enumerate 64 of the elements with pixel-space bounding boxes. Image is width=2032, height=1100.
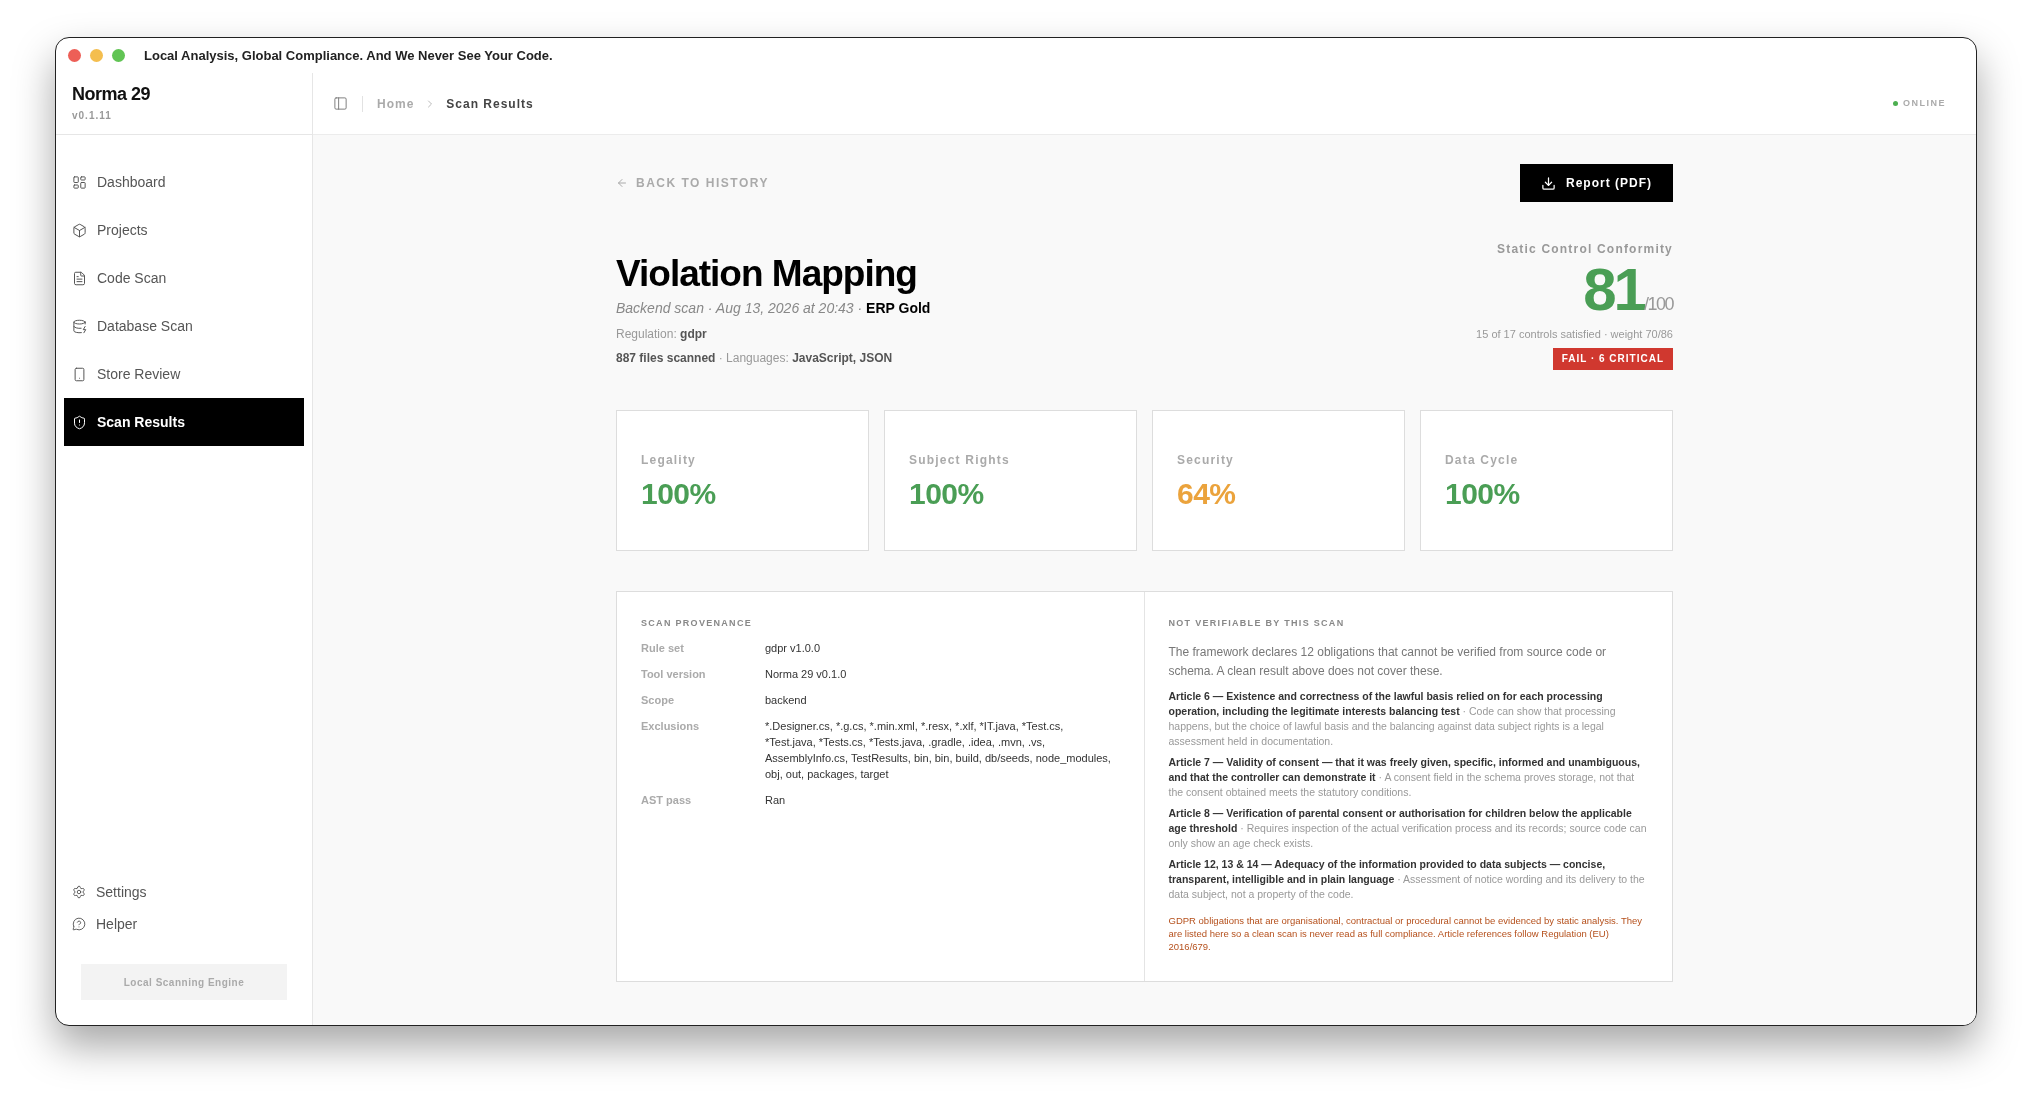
dashboard-icon xyxy=(72,174,87,190)
breadcrumb-item: Scan Results xyxy=(446,95,534,113)
help-bubble-icon xyxy=(72,917,86,931)
document-icon xyxy=(72,270,87,286)
brand-name: Norma 29 xyxy=(72,83,152,106)
shield-icon xyxy=(72,414,87,430)
cube-icon xyxy=(72,222,87,238)
category-value: 64% xyxy=(1177,475,1237,512)
nav-item[interactable]: Scan Results xyxy=(64,398,304,446)
minimize-icon[interactable] xyxy=(90,49,103,62)
phone-icon xyxy=(72,366,87,382)
nav-item[interactable]: Store Review xyxy=(64,350,304,398)
window-title: Local Analysis, Global Compliance. And We Never See Your Code. xyxy=(144,46,553,65)
status-label: ONLINE xyxy=(1903,96,1946,110)
nav-item[interactable]: Database Scan xyxy=(64,302,304,350)
obligation-text: Article 8 — Verification of parental consent or authorisation for children below the applicable age threshold · Requires inspection of the actual verification process and its records; source code can only show an age check exists. xyxy=(1168,806,1648,851)
intro-text: The framework declares 12 obligations that cannot be verified from source code or schema. A clean result above does not cover these. xyxy=(1168,644,1608,680)
nav-item[interactable]: Code Scan xyxy=(64,254,304,302)
field-label: Exclusions xyxy=(641,719,701,734)
category-value: 100% xyxy=(909,475,985,512)
close-icon[interactable] xyxy=(68,49,81,62)
nav-item[interactable]: Settings xyxy=(64,876,304,908)
engine-badge: Local Scanning Engine xyxy=(81,964,287,1000)
field-label: Scope xyxy=(641,693,675,708)
category-label: Legality xyxy=(641,451,697,469)
zoom-icon[interactable] xyxy=(112,49,125,62)
back-arrow-icon xyxy=(616,177,628,189)
nav-item[interactable]: Dashboard xyxy=(64,158,304,206)
category-label: Data Cycle xyxy=(1445,451,1520,469)
page-title: Violation Mapping xyxy=(616,252,918,296)
version-label: v0.1.11 xyxy=(72,109,113,123)
field-value: backend xyxy=(765,693,808,708)
obligation-text: Article 12, 13 & 14 — Adequacy of the information provided to data subjects — concise, transparent, intelligible and in plain language · Assessment of notice wording and its delivery to the data subject, not a property of the code. xyxy=(1168,857,1646,902)
obligation-text: Article 7 — Validity of consent — that it was freely given, specific, informed and unambiguous, and that the controller can demonstrate it · A consent field in the schema proves storage, not that the consent obtained meets the statutory conditions. xyxy=(1168,755,1641,800)
field-value: gdpr v1.0.0 xyxy=(765,641,822,656)
nav-item[interactable]: Helper xyxy=(64,908,304,940)
score-summary: 15 of 17 controls satisfied · weight 70/86 xyxy=(1476,327,1673,342)
files-line: 887 files scanned · Languages: JavaScript, JSON xyxy=(616,350,894,367)
category-value: 100% xyxy=(1445,475,1521,512)
sidebar-toggle-icon[interactable] xyxy=(333,96,348,111)
score-value: 81 xyxy=(1583,260,1644,320)
category-label: Security xyxy=(1177,451,1235,469)
category-value: 100% xyxy=(641,475,717,512)
score-max: /100 xyxy=(1643,294,1673,316)
regulation-line: Regulation: gdpr xyxy=(616,326,708,343)
section-heading: NOT VERIFIABLE BY THIS SCAN xyxy=(1168,616,1346,630)
score-label: Static Control Conformity xyxy=(1497,241,1673,258)
field-value: *.Designer.cs, *.g.cs, *.min.xml, *.resx, *.xlf, *IT.java, *Test.cs, *Test.java, *Tests.cs, *Tests.java, .gradle, .idea, .mvn, .vs, AssemblyInfo.cs, TestResults, bin, bin, build, db/seeds, node_modules, obj, out, packages, target xyxy=(765,719,1112,782)
field-label: Rule set xyxy=(641,641,685,656)
database-icon xyxy=(72,318,87,334)
disclaimer-text: GDPR obligations that are organisational, contractual or procedural cannot be evidenced by static analysis. They are listed here so a clean scan is never read as full compliance. Article references follow Regulation (EU) 2016/679. xyxy=(1168,914,1643,953)
scan-meta: Backend scan · Aug 13, 2026 at 20:43 · ERP Gold xyxy=(616,299,931,318)
nav-item[interactable]: Projects xyxy=(64,206,304,254)
category-label: Subject Rights xyxy=(909,451,1011,469)
field-value: Norma 29 v0.1.0 xyxy=(765,667,848,682)
field-label: Tool version xyxy=(641,667,707,682)
download-icon xyxy=(1541,175,1556,191)
settings-icon xyxy=(72,885,86,899)
report-button[interactable]: Report (PDF) xyxy=(1520,164,1673,202)
field-label: AST pass xyxy=(641,793,693,808)
verdict-badge: FAIL · 6 CRITICAL xyxy=(1552,347,1673,370)
obligation-text: Article 6 — Existence and correctness of the lawful basis relied on for each processing operation, including the legitimate interests balancing test · Code can show that processing happens, but the choice of lawful basis and the balancing against data subject rights is a legal assessment held in documentation. xyxy=(1168,689,1617,749)
field-value: Ran xyxy=(765,793,787,808)
section-heading: SCAN PROVENANCE xyxy=(641,616,753,630)
